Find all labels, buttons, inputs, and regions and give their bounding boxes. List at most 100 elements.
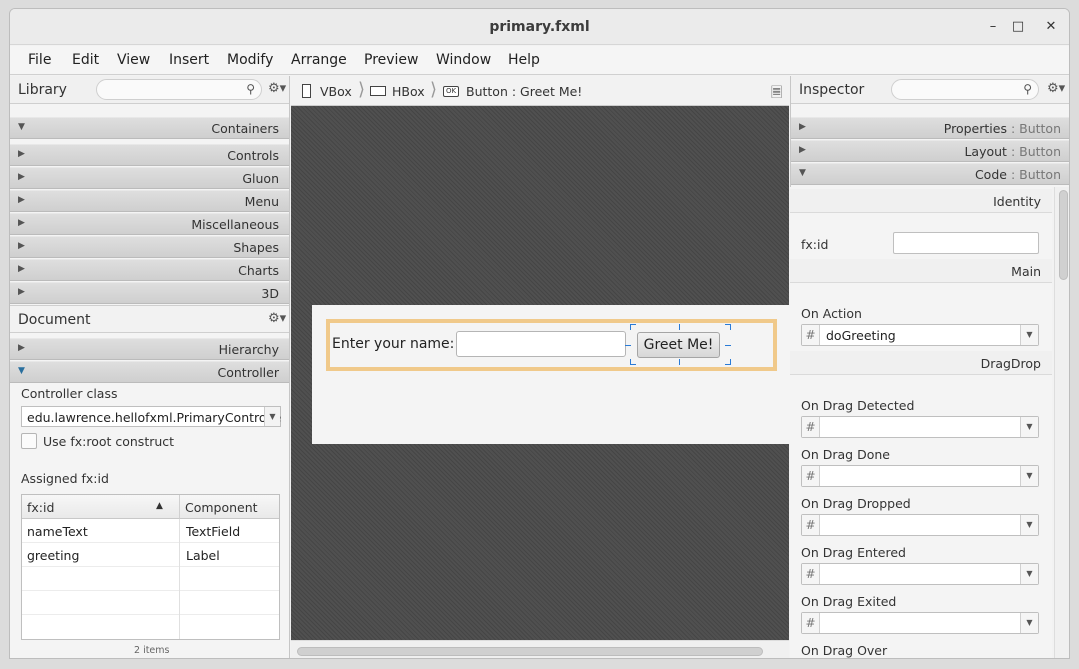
- expand-icon: ▶: [18, 218, 25, 228]
- document-section-controller[interactable]: ▼ Controller: [10, 361, 289, 383]
- inspector-gear-icon[interactable]: ⚙▾: [1047, 81, 1065, 96]
- menu-preview[interactable]: Preview: [364, 46, 419, 75]
- document-title: Document: [18, 312, 91, 328]
- on-action-combo[interactable]: # doGreeting ▼: [801, 324, 1039, 346]
- inspector-section-layout[interactable]: ▶ Layout : Button: [791, 140, 1069, 162]
- menu-edit[interactable]: Edit: [72, 46, 99, 75]
- on-drag-over-label: On Drag Over: [801, 643, 888, 658]
- collapse-icon: ▼: [18, 366, 25, 376]
- hbox-icon: [370, 86, 386, 96]
- on-drag-entered-label: On Drag Entered: [801, 545, 906, 560]
- chevron-down-icon[interactable]: ▼: [264, 407, 280, 426]
- on-drag-done-combo[interactable]: # ▼: [801, 465, 1039, 487]
- breadcrumb-separator-icon: ⟩: [430, 79, 438, 100]
- app-window: primary.fxml – □ ✕ File Edit View Insert…: [9, 8, 1070, 659]
- on-drag-detected-combo[interactable]: # ▼: [801, 416, 1039, 438]
- breadcrumb-hbox[interactable]: HBox: [392, 84, 425, 99]
- library-header: Library ⚲ ⚙▾: [10, 76, 289, 104]
- on-drag-exited-label: On Drag Exited: [801, 594, 897, 609]
- table-row[interactable]: nameText TextField: [22, 519, 279, 543]
- chevron-down-icon[interactable]: ▼: [1020, 325, 1038, 345]
- selection-handle[interactable]: [625, 345, 631, 346]
- chevron-down-icon[interactable]: ▼: [1020, 613, 1038, 633]
- on-action-label: On Action: [801, 306, 862, 321]
- name-text-field[interactable]: [456, 331, 626, 357]
- menu-file[interactable]: File: [28, 46, 51, 75]
- library-section-miscellaneous[interactable]: ▶ Miscellaneous: [10, 213, 289, 235]
- column-header-fxid[interactable]: fx:id ▲: [22, 495, 180, 519]
- maximize-icon[interactable]: □: [1006, 15, 1030, 39]
- fxid-input[interactable]: [893, 232, 1039, 254]
- library-section-gluon[interactable]: ▶ Gluon: [10, 167, 289, 189]
- expand-icon: ▶: [18, 195, 25, 205]
- inspector-title: Inspector: [799, 82, 865, 98]
- on-drag-exited-combo[interactable]: # ▼: [801, 612, 1039, 634]
- library-section-menu[interactable]: ▶ Menu: [10, 190, 289, 212]
- menu-help[interactable]: Help: [508, 46, 540, 75]
- column-header-component[interactable]: Component: [180, 495, 279, 519]
- expand-icon: ▶: [18, 149, 25, 159]
- menu-arrange[interactable]: Arrange: [291, 46, 347, 75]
- inspector-section-code[interactable]: ▼ Code : Button: [791, 163, 1069, 185]
- inspector-search-input[interactable]: ⚲: [891, 79, 1039, 100]
- close-icon[interactable]: ✕: [1039, 15, 1063, 39]
- controller-class-combo[interactable]: edu.lawrence.hellofxml.PrimaryControlle …: [21, 406, 281, 427]
- section-identity: Identity: [790, 189, 1052, 213]
- enter-name-label[interactable]: Enter your name:: [332, 336, 454, 352]
- document-gear-icon[interactable]: ⚙▾: [268, 311, 286, 326]
- selection-handle[interactable]: [679, 359, 680, 365]
- selection-handle[interactable]: [630, 324, 636, 325]
- menu-window[interactable]: Window: [436, 46, 491, 75]
- document-header: Document ⚙▾: [10, 305, 289, 333]
- chevron-down-icon[interactable]: ▼: [1020, 466, 1038, 486]
- on-drag-entered-combo[interactable]: # ▼: [801, 563, 1039, 585]
- scroll-thumb[interactable]: [1059, 190, 1068, 280]
- greet-button[interactable]: Greet Me!: [637, 332, 720, 358]
- minimize-icon[interactable]: –: [981, 15, 1005, 39]
- expand-icon: ▶: [799, 122, 806, 132]
- root-construct-checkbox[interactable]: [21, 433, 37, 449]
- selection-handle[interactable]: [679, 324, 680, 330]
- selection-handle[interactable]: [730, 324, 731, 330]
- inspector-vertical-scrollbar[interactable]: [1054, 187, 1069, 658]
- section-main: Main: [790, 259, 1052, 283]
- on-drag-done-label: On Drag Done: [801, 447, 890, 462]
- scroll-thumb[interactable]: [297, 647, 763, 656]
- menu-view[interactable]: View: [117, 46, 150, 75]
- table-row-empty: [22, 567, 279, 591]
- library-search-input[interactable]: ⚲: [96, 79, 262, 100]
- fxid-label: fx:id: [801, 237, 829, 252]
- library-section-shapes[interactable]: ▶ Shapes: [10, 236, 289, 258]
- breadcrumb-separator-icon: ⟩: [358, 79, 366, 100]
- selection-handle[interactable]: [730, 359, 731, 365]
- breadcrumb-vbox[interactable]: VBox: [320, 84, 352, 99]
- assigned-fxid-table: fx:id ▲ Component nameText TextField gre…: [21, 494, 280, 640]
- vbox-icon: [302, 84, 311, 98]
- document-icon[interactable]: 🗏: [771, 82, 782, 106]
- breadcrumb-button[interactable]: Button : Greet Me!: [466, 84, 582, 99]
- collapse-icon: ▼: [799, 168, 806, 178]
- library-section-containers[interactable]: ▼ Containers: [10, 117, 289, 139]
- selection-handle[interactable]: [630, 364, 636, 365]
- search-icon: ⚲: [246, 82, 255, 96]
- library-section-3d[interactable]: ▶ 3D: [10, 282, 289, 304]
- inspector-code-body: Identity fx:id Main On Action # doGreeti…: [790, 187, 1052, 658]
- menu-modify[interactable]: Modify: [227, 46, 273, 75]
- window-title: primary.fxml: [489, 19, 590, 35]
- button-icon: OK: [443, 86, 459, 97]
- library-section-charts[interactable]: ▶ Charts: [10, 259, 289, 281]
- chevron-down-icon[interactable]: ▼: [1020, 564, 1038, 584]
- inspector-section-properties[interactable]: ▶ Properties : Button: [791, 117, 1069, 139]
- chevron-down-icon[interactable]: ▼: [1020, 417, 1038, 437]
- section-dragdrop: DragDrop: [790, 351, 1052, 375]
- table-row[interactable]: greeting Label: [22, 543, 279, 567]
- document-section-hierarchy[interactable]: ▶ Hierarchy: [10, 338, 289, 360]
- menu-insert[interactable]: Insert: [169, 46, 209, 75]
- assigned-fxid-label: Assigned fx:id: [21, 471, 109, 486]
- chevron-down-icon[interactable]: ▼: [1020, 515, 1038, 535]
- horizontal-scrollbar[interactable]: [291, 640, 789, 658]
- library-section-controls[interactable]: ▶ Controls: [10, 144, 289, 166]
- selection-handle[interactable]: [725, 345, 731, 346]
- on-drag-dropped-combo[interactable]: # ▼: [801, 514, 1039, 536]
- library-gear-icon[interactable]: ⚙▾: [268, 81, 286, 96]
